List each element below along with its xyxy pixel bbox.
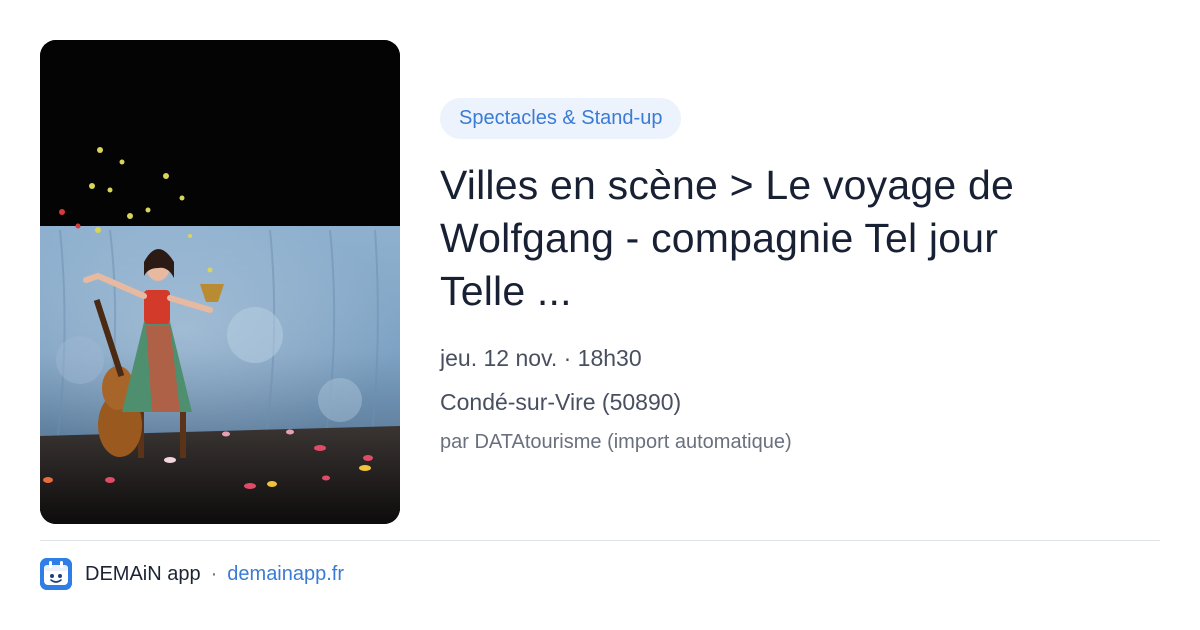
event-location: Condé-sur-Vire (50890) [440,389,682,415]
footer-divider [40,540,1160,541]
app-logo-icon[interactable] [40,558,72,590]
app-name: DEMAiN app [85,562,201,585]
footer-separator: · [210,562,218,585]
event-source: par DATAtourisme (import automatique) [440,431,792,453]
event-datetime: jeu. 12 nov. · 18h30 [440,345,642,371]
event-details: Spectacles & Stand-up Villes en scène > … [440,98,1160,455]
footer: DEMAiN app · demainapp.fr [40,558,344,590]
stage-performance-photo [40,40,400,524]
category-chip[interactable]: Spectacles & Stand-up [440,98,682,139]
event-title[interactable]: Villes en scène > Le voyage de Wolfgang … [440,159,1090,318]
app-url-link[interactable]: demainapp.fr [227,563,344,586]
event-image[interactable] [40,40,400,524]
event-card[interactable]: Spectacles & Stand-up Villes en scène > … [0,0,1200,630]
